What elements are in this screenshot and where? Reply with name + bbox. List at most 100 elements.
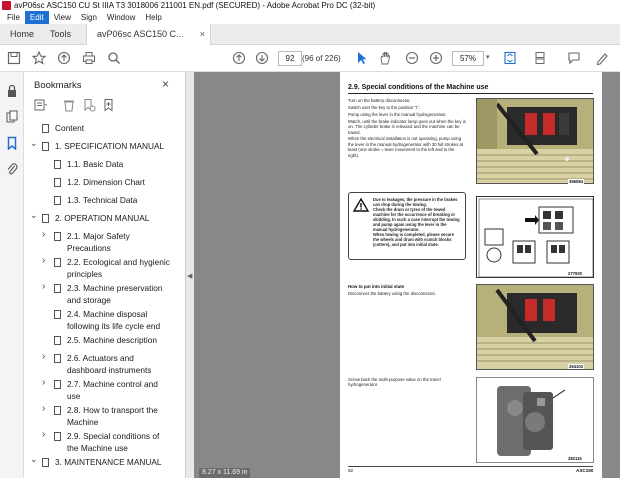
- menu-view[interactable]: View: [49, 11, 76, 24]
- prev-page-icon[interactable]: [231, 51, 247, 67]
- warning-triangle-icon: [353, 198, 369, 212]
- page-number-input[interactable]: 92: [278, 51, 302, 66]
- instruction-item: Switch over the key to the position "I".: [348, 104, 420, 110]
- chevron-right-icon[interactable]: ›: [42, 255, 50, 267]
- page-thumbnails-icon[interactable]: [5, 110, 19, 124]
- delete-bookmark-icon[interactable]: [62, 98, 76, 112]
- menu-window[interactable]: Window: [102, 11, 140, 24]
- page-count-label: (96 of 226): [302, 54, 341, 63]
- upload-share-icon[interactable]: [56, 51, 72, 67]
- chevron-down-icon[interactable]: ⌄: [30, 137, 38, 149]
- chevron-right-icon[interactable]: ›: [42, 377, 50, 389]
- scroll-mode-icon[interactable]: [532, 51, 548, 67]
- bookmark-label: 1.2. Dimension Chart: [67, 177, 145, 187]
- chevron-down-icon[interactable]: ⌄: [30, 453, 38, 465]
- comment-icon[interactable]: [566, 51, 582, 67]
- bookmark-item[interactable]: 1.1. Basic Data: [24, 158, 174, 170]
- expand-bookmark-icon[interactable]: [102, 98, 116, 112]
- photo-travel-hydrogenerator: [476, 377, 594, 463]
- bookmarks-panel-icon[interactable]: [5, 136, 19, 151]
- collapse-panel-icon[interactable]: ◀: [187, 272, 192, 280]
- photo-cab-controls: [476, 98, 594, 184]
- instruction-item: Disconnect the battery using the disconn…: [348, 291, 436, 296]
- tab-close-icon[interactable]: ×: [200, 24, 205, 45]
- bookmark-item[interactable]: › 2.7. Machine control and use: [24, 377, 174, 402]
- bookmark-icon: [54, 160, 61, 169]
- bookmark-item[interactable]: › 2.2. Ecological and hygienic principles: [24, 255, 174, 280]
- bookmark-item[interactable]: Content: [24, 122, 174, 134]
- bookmark-label: 1. SPECIFICATION MANUAL: [55, 141, 165, 151]
- tab-document[interactable]: avP06sc ASC150 C... ×: [86, 24, 211, 45]
- panel-splitter[interactable]: ◀: [186, 72, 194, 478]
- bookmark-item[interactable]: ⌄ 3. MAINTENANCE MANUAL: [24, 453, 174, 468]
- instruction-item: Turn on the battery disconnector.: [348, 98, 411, 103]
- bookmark-icon: [54, 284, 61, 293]
- pdf-page: 2.9. Special conditions of the Machine u…: [340, 72, 602, 478]
- attachments-paperclip-icon[interactable]: [5, 162, 19, 176]
- highlight-pen-icon[interactable]: [594, 51, 610, 67]
- zoom-level-input[interactable]: 57%: [452, 51, 484, 66]
- subsection-heading: How to put into initial state: [348, 284, 405, 289]
- bookmark-label: 2.7. Machine control and: [67, 379, 158, 389]
- menu-sign[interactable]: Sign: [76, 11, 102, 24]
- select-cursor-icon[interactable]: [354, 51, 370, 67]
- bookmark-item[interactable]: 2.5. Machine description: [24, 334, 174, 346]
- acrobat-app-icon: [2, 1, 11, 10]
- bookmark-icon: [42, 214, 49, 223]
- page-fit-icon[interactable]: [502, 51, 518, 67]
- bookmark-label: 2. OPERATION MANUAL: [55, 213, 150, 223]
- menu-file[interactable]: File: [2, 11, 25, 24]
- menu-help[interactable]: Help: [140, 11, 166, 24]
- instruction-item: When the electrical installation is not …: [348, 136, 464, 158]
- menu-bar: File Edit View Sign Window Help: [0, 11, 620, 24]
- bookmark-label: 2.1. Major Safety: [67, 231, 130, 241]
- bookmark-item[interactable]: › 2.9. Special conditions of the Machine u…: [24, 429, 174, 454]
- bookmark-label-continued: Machine: [67, 417, 99, 427]
- bookmark-label-continued: use: [67, 391, 81, 401]
- chevron-right-icon[interactable]: ›: [42, 281, 50, 293]
- new-bookmark-icon[interactable]: [82, 98, 96, 112]
- tab-home[interactable]: Home: [0, 24, 40, 45]
- bookmarks-close-icon[interactable]: ×: [162, 77, 169, 91]
- chevron-down-icon[interactable]: ⌄: [30, 209, 38, 221]
- bookmark-label: 1.3. Technical Data: [67, 195, 138, 205]
- bookmark-label: 1.1. Basic Data: [67, 159, 124, 169]
- bookmark-item[interactable]: 1.3. Technical Data: [24, 194, 174, 206]
- next-page-icon[interactable]: [254, 51, 270, 67]
- chevron-right-icon[interactable]: ›: [42, 403, 50, 415]
- lock-icon[interactable]: [5, 84, 19, 98]
- bookmark-icon: [54, 354, 61, 363]
- bookmark-star-icon[interactable]: [31, 50, 47, 67]
- bookmark-icon: [42, 124, 49, 133]
- bookmark-item[interactable]: ⌄ 1. SPECIFICATION MANUAL: [24, 137, 174, 152]
- bookmark-item[interactable]: › 2.8. How to transport the Machine: [24, 403, 174, 428]
- bookmark-options-icon[interactable]: [34, 98, 48, 112]
- photo-battery-disconnector: [476, 284, 594, 370]
- bookmark-label-continued: following its life cycle end: [67, 321, 161, 331]
- hand-tool-icon[interactable]: [377, 51, 393, 67]
- bookmark-label: 2.9. Special conditions of: [67, 431, 160, 441]
- bookmark-item[interactable]: ⌄ 2. OPERATION MANUAL: [24, 209, 174, 224]
- menu-edit[interactable]: Edit: [24, 11, 49, 24]
- figure-caption: 277920: [568, 271, 582, 276]
- zoom-out-icon[interactable]: [404, 51, 420, 67]
- save-icon[interactable]: [6, 51, 22, 67]
- zoom-in-icon[interactable]: [428, 51, 444, 67]
- chevron-right-icon[interactable]: ›: [42, 229, 50, 241]
- zoom-dropdown-icon[interactable]: ▾: [486, 53, 490, 61]
- bookmark-item[interactable]: › 2.1. Major Safety Precautions: [24, 229, 174, 254]
- bookmark-item[interactable]: 1.2. Dimension Chart: [24, 176, 174, 188]
- bookmarks-panel: Bookmarks × Content ⌄ 1. SPECIFICATION MAN…: [24, 72, 204, 478]
- bookmark-item[interactable]: › 2.6. Actuators and dashboard instruments: [24, 351, 174, 376]
- bookmark-icon: [54, 178, 61, 187]
- chevron-right-icon[interactable]: ›: [42, 429, 50, 441]
- bookmark-label: 2.5. Machine description: [67, 335, 157, 345]
- search-icon[interactable]: [106, 51, 122, 67]
- tab-tools[interactable]: Tools: [40, 24, 86, 45]
- bookmark-item[interactable]: › 2.3. Machine preservation and storage: [24, 281, 174, 306]
- chevron-right-icon[interactable]: ›: [42, 351, 50, 363]
- print-icon[interactable]: [81, 51, 97, 67]
- tab-document-label: avP06sc ASC150 C...: [97, 29, 184, 39]
- bookmark-item[interactable]: 2.4. Machine disposal following its life …: [24, 308, 174, 332]
- bookmark-label-continued: principles: [67, 269, 103, 279]
